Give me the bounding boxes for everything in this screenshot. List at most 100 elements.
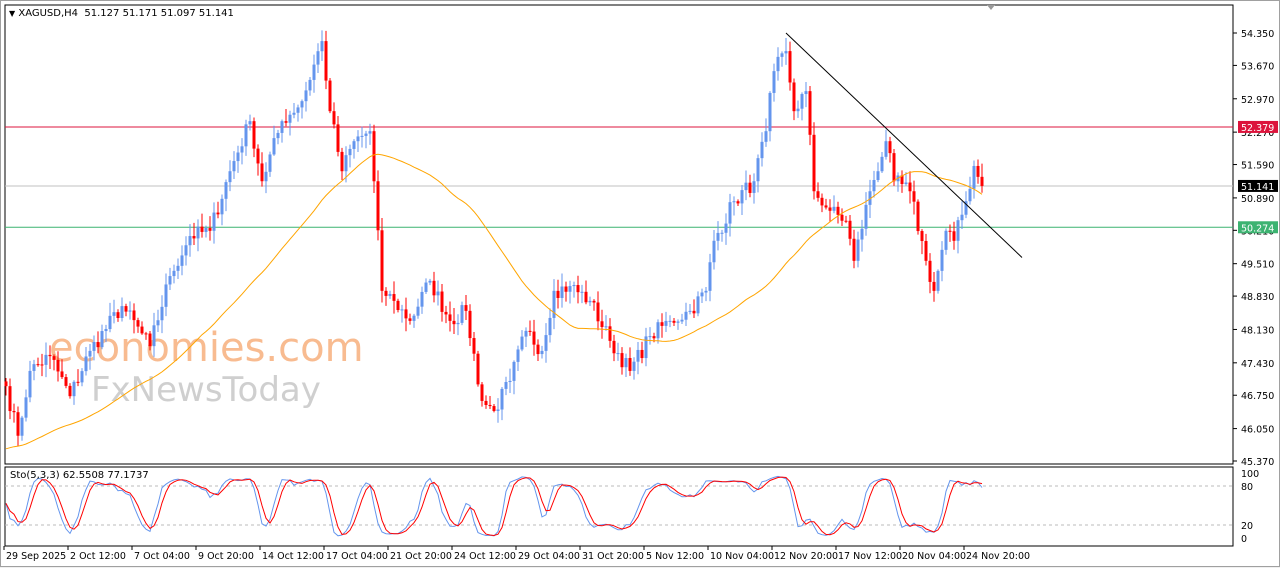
candle-body (252, 121, 256, 149)
candle-body (844, 220, 848, 222)
candle-body (336, 124, 340, 152)
chart-window[interactable]: economies.com FxNewsToday 54.350 53.670 52.9… (0, 0, 1280, 567)
candle-body (220, 198, 224, 215)
candle-body (212, 212, 216, 231)
candle-body (772, 71, 776, 93)
candle-body (480, 384, 484, 401)
candle-body (188, 236, 192, 246)
candle-body (280, 121, 284, 133)
collapse-triangle-icon[interactable]: ▼ (9, 9, 15, 18)
candle-body (48, 354, 52, 357)
candle-body (176, 265, 180, 271)
stochastic-pane (4, 466, 1234, 547)
candle-body (632, 361, 636, 371)
candle-body (492, 406, 496, 411)
candle-body (744, 182, 748, 191)
candle-body (420, 291, 424, 307)
candle-body (80, 371, 84, 383)
candle-body (840, 214, 844, 221)
candle-body (464, 305, 468, 311)
candle-body (624, 358, 628, 368)
price-chart[interactable]: economies.comFxNewsToday54.35053.67052.9… (1, 1, 1280, 568)
candle-body (12, 411, 16, 413)
candle-body (436, 291, 440, 296)
time-label: 29 Oct 04:00 (518, 551, 580, 562)
candle-body (732, 201, 736, 203)
candle-body (172, 270, 176, 277)
price-tick-label: 54.350 (1241, 29, 1274, 40)
candle-body (316, 51, 320, 65)
candle-body (580, 291, 584, 293)
candle-body (448, 314, 452, 321)
candle-body (268, 154, 272, 172)
candle-body (640, 349, 644, 359)
candle-body (476, 353, 480, 385)
candle-body (924, 241, 928, 261)
candle-body (76, 381, 80, 383)
candle-body (720, 232, 724, 234)
candle-body (972, 165, 976, 189)
candle-body (636, 349, 640, 362)
candle-body (792, 82, 796, 112)
candle-body (956, 220, 960, 241)
stochastic-level-label: 0 (1241, 534, 1247, 545)
candle-body (936, 270, 940, 291)
candle-body (324, 41, 328, 81)
candle-body (704, 290, 708, 293)
candle-body (488, 404, 492, 407)
candle-body (152, 325, 156, 347)
candle-body (388, 294, 392, 296)
candle-body (668, 320, 672, 322)
candle-body (96, 341, 100, 348)
candle-body (344, 155, 348, 172)
symbol-label: XAGUSD,H4 (18, 8, 79, 19)
candle-body (604, 326, 608, 328)
candle-body (948, 230, 952, 232)
candle-body (536, 344, 540, 355)
candle-body (156, 320, 160, 326)
candle-body (276, 132, 280, 139)
price-tick-label: 49.510 (1241, 260, 1274, 271)
candle-body (560, 286, 564, 298)
candle-body (396, 300, 400, 311)
candle-body (652, 336, 656, 339)
candle-body (912, 191, 916, 202)
candle-body (884, 141, 888, 157)
candle-body (872, 180, 876, 192)
candle-body (8, 386, 12, 412)
candle-body (180, 255, 184, 266)
candle-body (168, 276, 172, 285)
candle-body (84, 356, 88, 372)
candle-body (52, 356, 56, 360)
candle-body (296, 107, 300, 113)
candle-body (920, 231, 924, 242)
candle-body (508, 380, 512, 383)
price-tick-label: 53.670 (1241, 61, 1274, 72)
time-label: 2 Oct 12:00 (70, 551, 126, 562)
candle-body (780, 53, 784, 57)
time-label: 5 Nov 12:00 (646, 551, 704, 562)
candle-body (68, 385, 72, 397)
candle-body (332, 111, 336, 125)
candle-body (400, 309, 404, 311)
candle-body (880, 156, 884, 172)
candle-body (524, 330, 528, 337)
candle-body (244, 124, 248, 147)
candle-body (128, 310, 132, 312)
candle-body (980, 176, 984, 186)
time-label: 17 Oct 04:00 (326, 551, 388, 562)
time-label: 24 Oct 12:00 (454, 551, 516, 562)
candle-body (784, 51, 788, 54)
stochastic-level-label: 20 (1241, 521, 1253, 532)
candle-body (532, 331, 536, 345)
candle-body (380, 230, 384, 291)
candle-body (496, 409, 500, 411)
price-tick-label: 47.430 (1241, 359, 1274, 370)
candle-body (516, 349, 520, 362)
candle-body (848, 220, 852, 239)
candle-body (768, 92, 772, 132)
candle-body (568, 286, 572, 292)
candle-body (228, 171, 232, 183)
candle-body (32, 364, 36, 371)
candle-body (648, 336, 652, 338)
